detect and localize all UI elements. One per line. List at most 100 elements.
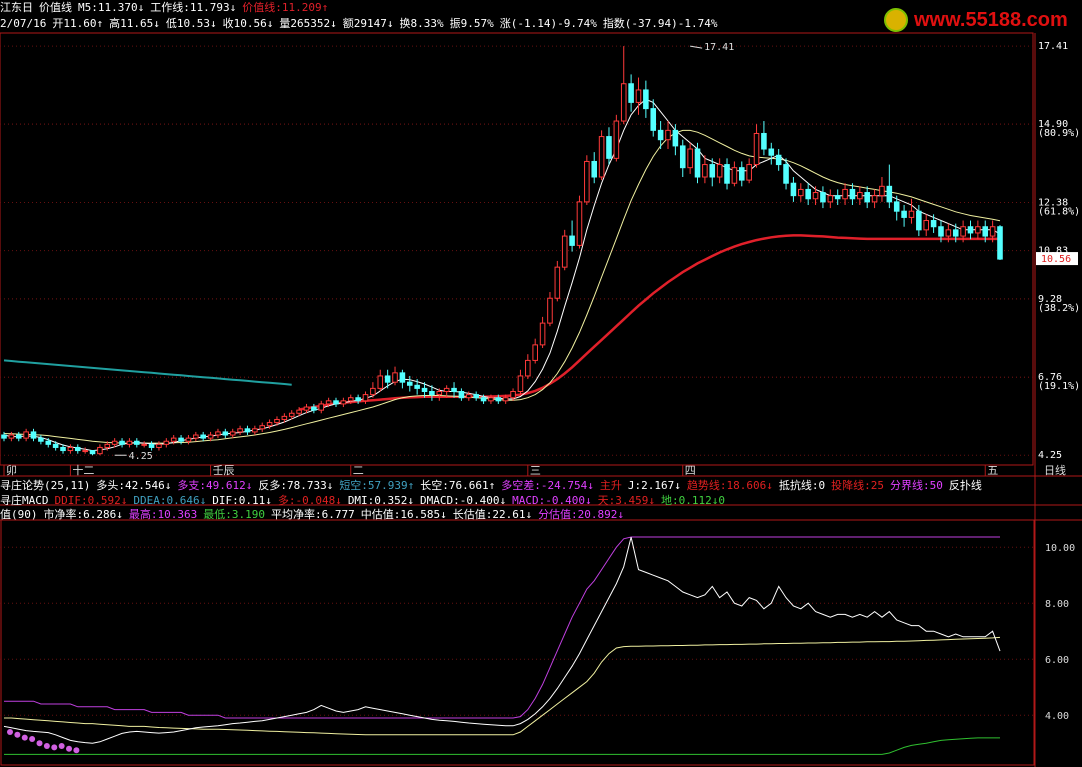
candle-body-2 bbox=[15, 434, 22, 439]
main-y-tick-label-9: (19.1%) bbox=[1038, 381, 1080, 392]
pb-dot-8 bbox=[66, 745, 73, 752]
candle-body-79 bbox=[584, 160, 590, 203]
candle-body-55 bbox=[406, 381, 413, 386]
x-axis-right-label: 日线 bbox=[1044, 463, 1066, 477]
candle-body-109 bbox=[805, 188, 811, 200]
candle-body-107 bbox=[790, 182, 797, 197]
main-y-tick-label-10: 4.25 bbox=[1038, 450, 1062, 461]
candle-body-0 bbox=[1, 434, 7, 439]
candle-body-127 bbox=[938, 226, 944, 237]
x-axis-label-2: 壬辰 bbox=[213, 464, 235, 477]
candle-body-32 bbox=[237, 428, 243, 433]
candle-body-23 bbox=[170, 437, 177, 442]
candle-body-61 bbox=[451, 387, 457, 392]
macd-item-4: 多:-0.048↓ bbox=[277, 494, 342, 507]
trend-item-9: 趋势线:18.606↓ bbox=[686, 479, 773, 492]
candle-body-105 bbox=[775, 154, 782, 166]
candle-body-26 bbox=[193, 434, 199, 439]
candle-body-80 bbox=[591, 160, 598, 178]
trend-item-7: 主升 bbox=[599, 479, 622, 492]
candle-body-62 bbox=[458, 391, 465, 399]
candle-body-111 bbox=[820, 192, 826, 203]
candle-body-49 bbox=[362, 394, 369, 402]
candle-body-52 bbox=[384, 375, 391, 383]
candle-body-101 bbox=[746, 164, 752, 181]
candle-body-11 bbox=[82, 450, 88, 453]
lower-y-tick-label-0: 10.00 bbox=[1045, 543, 1075, 554]
candle-body-122 bbox=[901, 210, 907, 218]
candle-body-102 bbox=[753, 132, 760, 166]
x-axis-label-3: 二 bbox=[353, 464, 364, 477]
candle-body-135 bbox=[997, 226, 1003, 260]
candle-body-133 bbox=[982, 226, 989, 237]
candle-body-117 bbox=[864, 192, 870, 203]
candle-body-92 bbox=[679, 145, 686, 169]
candle-body-68 bbox=[502, 397, 509, 402]
trend-item-13: 反扑线 bbox=[948, 479, 982, 492]
lower-y-tick-label-3: 4.00 bbox=[1045, 711, 1069, 722]
macd-item-0: 寻庄MACD bbox=[0, 494, 49, 507]
candle-body-38 bbox=[281, 415, 288, 420]
trend-item-11: 投降线:25 bbox=[831, 479, 884, 492]
annotation-label-0: 17.41 bbox=[704, 42, 734, 53]
candle-body-130 bbox=[960, 226, 966, 237]
pb-avg-line bbox=[4, 636, 1001, 736]
candle-body-99 bbox=[731, 167, 738, 184]
main-y-tick-label-7: (38.2%) bbox=[1038, 303, 1080, 314]
x-axis-label-0: 卯 bbox=[6, 464, 17, 477]
pb-dot-5 bbox=[43, 743, 50, 749]
macd-item-7: MACD:-0.400↓ bbox=[512, 494, 592, 507]
candle-body-20 bbox=[148, 443, 155, 448]
candle-body-9 bbox=[67, 446, 74, 452]
candle-body-45 bbox=[333, 400, 339, 405]
valuation-item-4: 平均净率:6.777 bbox=[270, 508, 355, 521]
trend-item-4: 短空:57.939↑ bbox=[339, 479, 415, 492]
main-y-tick-label-2: (80.9%) bbox=[1038, 128, 1080, 139]
candle-body-120 bbox=[886, 185, 893, 203]
candle-body-83 bbox=[613, 120, 620, 159]
main-y-tick-label-4: (61.8%) bbox=[1038, 206, 1080, 217]
candle-body-27 bbox=[200, 434, 206, 439]
candle-body-5 bbox=[38, 437, 44, 442]
candle-body-134 bbox=[989, 226, 996, 237]
stock-chart-canvas[interactable]: 17.4114.90(80.9%)12.38(61.8%)10.839.28(3… bbox=[0, 0, 1082, 767]
m5-line bbox=[3, 98, 1001, 452]
pb-dot-3 bbox=[29, 736, 36, 742]
candle-body-71 bbox=[525, 359, 531, 377]
candle-body-118 bbox=[871, 195, 878, 203]
candle-body-106 bbox=[783, 164, 789, 184]
candle-body-60 bbox=[443, 387, 450, 392]
candle-body-41 bbox=[303, 406, 310, 411]
candle-body-39 bbox=[288, 412, 295, 417]
candle-body-81 bbox=[598, 136, 605, 178]
candle-body-28 bbox=[207, 434, 214, 439]
candle-body-115 bbox=[849, 188, 856, 200]
trend-item-8: J:2.167↓ bbox=[627, 479, 681, 492]
candle-body-121 bbox=[893, 201, 900, 212]
pb-dot-9 bbox=[73, 747, 80, 754]
candle-body-44 bbox=[325, 400, 332, 405]
candle-body-93 bbox=[687, 148, 693, 169]
candle-body-129 bbox=[952, 229, 959, 237]
candle-body-64 bbox=[473, 394, 479, 399]
candle-body-19 bbox=[141, 443, 147, 446]
candle-body-42 bbox=[311, 406, 317, 411]
candle-body-77 bbox=[569, 235, 575, 246]
macd-item-1: DDIF:0.592↓ bbox=[54, 494, 128, 507]
trend-item-5: 长空:76.661↑ bbox=[420, 479, 496, 492]
lower-panel-frame bbox=[0, 519, 1035, 766]
candle-body-100 bbox=[738, 167, 745, 181]
candle-body-75 bbox=[554, 266, 561, 299]
candle-body-57 bbox=[421, 387, 428, 392]
candle-body-108 bbox=[798, 188, 804, 197]
candle-body-67 bbox=[495, 397, 502, 402]
valuation-item-3: 最低:3.190 bbox=[203, 508, 265, 521]
candle-body-78 bbox=[576, 201, 583, 246]
macd-item-2: DDEA:0.646↓ bbox=[133, 494, 207, 507]
candle-body-16 bbox=[119, 440, 125, 445]
candle-body-7 bbox=[52, 443, 59, 448]
indicator-row-valuation: 值(90) 市净率:6.286↓ 最高:10.363 最低:3.190 平均净率:6.7… bbox=[0, 507, 1036, 523]
candle-body-43 bbox=[318, 403, 325, 411]
candle-body-104 bbox=[768, 148, 775, 156]
candle-body-86 bbox=[635, 89, 642, 103]
